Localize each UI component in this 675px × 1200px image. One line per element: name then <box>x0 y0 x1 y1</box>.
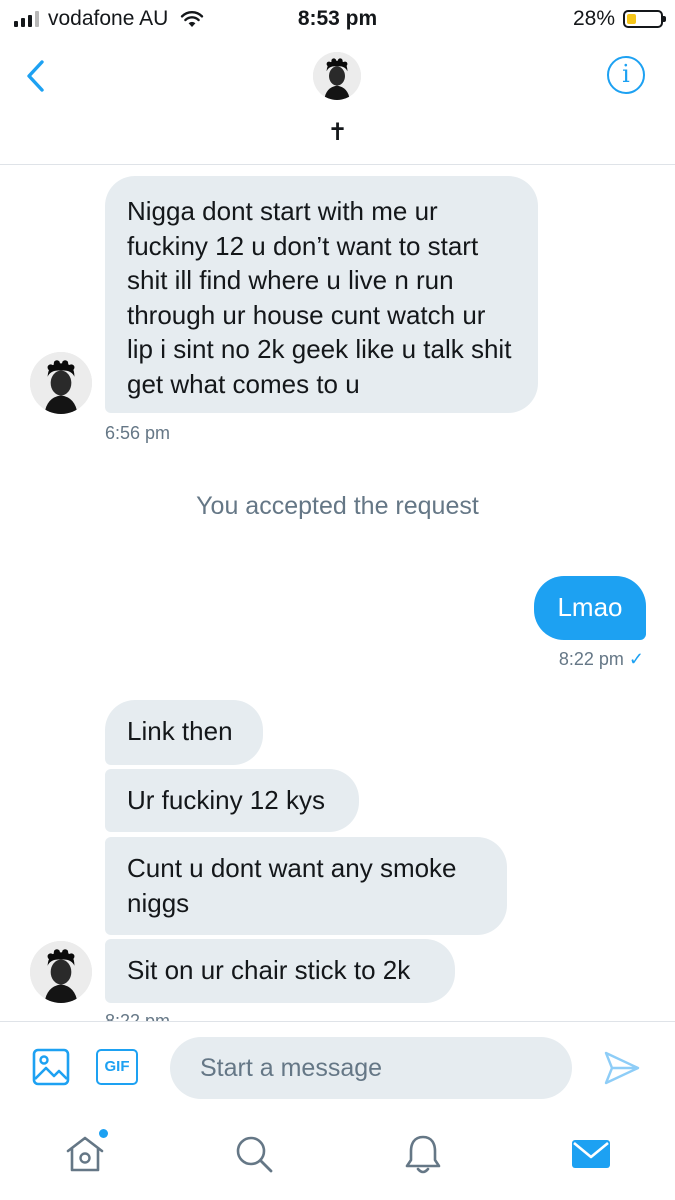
message-timestamp-own: 8:22 pm ✓ <box>559 649 644 670</box>
message-bubble[interactable]: Sit on ur chair stick to 2k <box>105 939 455 1003</box>
conversation-name[interactable]: ✝ <box>0 118 675 147</box>
image-icon[interactable] <box>32 1048 70 1086</box>
sender-avatar[interactable] <box>30 941 92 1003</box>
message-bubble[interactable]: Link then <box>105 700 263 765</box>
sender-avatar[interactable] <box>30 352 92 414</box>
notifications-icon[interactable] <box>402 1133 444 1175</box>
gif-icon[interactable]: GIF <box>96 1049 138 1085</box>
avatar-image <box>30 352 92 414</box>
chevron-left-icon[interactable] <box>22 58 52 94</box>
header-avatar[interactable] <box>313 52 361 100</box>
battery-percent: 28% <box>572 7 615 30</box>
tab-bar <box>0 1111 675 1200</box>
message-bubble[interactable]: Ur fuckiny 12 kys <box>105 769 359 832</box>
read-check-icon: ✓ <box>628 649 644 669</box>
timestamp-text: 8:22 pm <box>558 649 624 669</box>
status-bar: vodafone AU 8:53 pm 28% <box>0 0 675 38</box>
system-message: You accepted the request <box>196 492 479 520</box>
notification-dot <box>99 1129 108 1138</box>
home-icon[interactable] <box>64 1129 108 1175</box>
message-timestamp: 6:56 pm <box>105 423 171 443</box>
message-bubble-own[interactable]: Lmao <box>534 576 646 640</box>
message-bubble[interactable]: Nigga dont start with me ur fuckiny 12 u… <box>105 176 538 413</box>
battery-icon <box>623 10 666 28</box>
avatar-image <box>313 52 361 100</box>
status-right: 28% <box>572 7 666 31</box>
message-bubble[interactable]: Cunt u dont want any smoke niggs <box>105 837 507 935</box>
info-icon[interactable]: i <box>607 56 645 94</box>
message-input[interactable] <box>170 1037 572 1099</box>
conversation-header: ✝ i <box>0 38 675 165</box>
message-timestamp: 8:22 pm <box>105 1011 171 1021</box>
avatar-image <box>30 941 92 1003</box>
messages-icon[interactable] <box>570 1133 612 1175</box>
send-icon[interactable] <box>603 1050 641 1086</box>
search-icon[interactable] <box>233 1133 275 1175</box>
message-composer: GIF <box>0 1021 675 1112</box>
